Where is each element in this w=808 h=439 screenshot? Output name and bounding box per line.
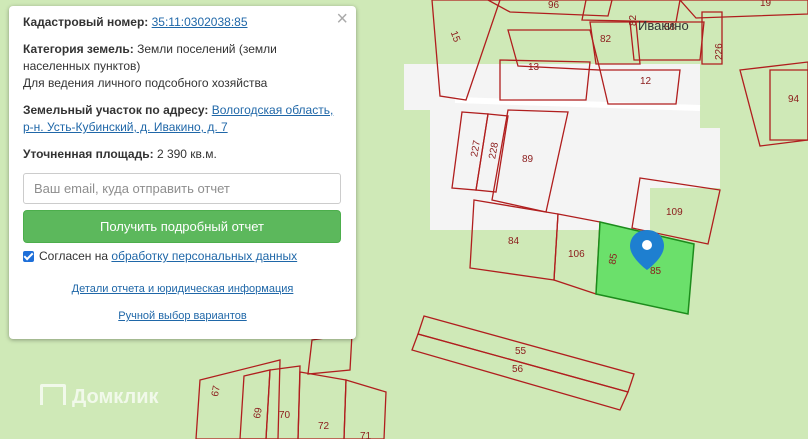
plot-label-19: 19 <box>760 0 772 9</box>
consent-checkbox[interactable] <box>23 250 34 262</box>
category-label: Категория земель: <box>23 42 134 56</box>
cadastral-row: Кадастровый номер: 35:11:0302038:85 <box>23 14 342 31</box>
plot-label-89: 89 <box>522 154 534 165</box>
plot-label-12: 12 <box>640 76 652 87</box>
details-row: Детали отчета и юридическая информация <box>23 283 342 295</box>
plot-label-94: 94 <box>788 94 800 105</box>
area-value: 2 390 кв.м. <box>156 147 217 161</box>
plot-label-226: 226 <box>714 43 725 60</box>
category-value-3: Для ведения личного подсобного хозяйства <box>23 76 268 90</box>
consent-link[interactable]: обработку персональных данных <box>111 249 297 263</box>
plot-label-55: 55 <box>515 346 527 357</box>
plot-label-109: 109 <box>666 207 683 218</box>
plot-label-71: 71 <box>360 431 372 439</box>
manual-row: Ручной выбор вариантов <box>23 310 342 322</box>
plot-label-56: 56 <box>512 364 524 375</box>
area-row: Уточненная площадь: 2 390 кв.м. <box>23 146 342 163</box>
address-link-2[interactable]: р-н. Усть-Кубинский, д. Ивакино, д. 7 <box>23 120 228 134</box>
get-report-button[interactable]: Получить подробный отчет <box>23 210 341 243</box>
address-label: Земельный участок по адресу: <box>23 103 209 117</box>
plot-label-82: 82 <box>600 34 612 45</box>
watermark: Домклик <box>40 384 159 409</box>
details-link[interactable]: Детали отчета и юридическая информация <box>72 283 294 295</box>
plot-label-84: 84 <box>508 236 520 247</box>
manual-selection-link[interactable]: Ручной выбор вариантов <box>118 310 246 322</box>
town-name: Ивакино <box>638 18 689 33</box>
email-input[interactable] <box>23 173 341 204</box>
category-value-2: населенных пунктов) <box>23 59 141 73</box>
cadastral-number-link[interactable]: 35:11:0302038:85 <box>152 15 248 29</box>
area-label: Уточненная площадь: <box>23 147 154 161</box>
address-row: Земельный участок по адресу: Вологодская… <box>23 102 342 136</box>
plot-label-13: 13 <box>528 62 540 73</box>
plot-label-96: 96 <box>548 0 560 11</box>
watermark-text: Домклик <box>72 386 159 408</box>
plot-label-70: 70 <box>279 410 291 421</box>
consent-row: Согласен на обработку персональных данны… <box>23 249 342 263</box>
house-icon <box>40 384 66 405</box>
category-row: Категория земель: Земли поселений (земли… <box>23 41 342 92</box>
plot-label-72: 72 <box>318 421 330 432</box>
close-icon[interactable]: × <box>336 8 348 30</box>
cadastral-label: Кадастровый номер: <box>23 15 149 29</box>
plot-label-85b: 85 <box>650 266 662 277</box>
address-link-1[interactable]: Вологодская область, <box>212 103 334 117</box>
category-value-1: Земли поселений (земли <box>137 42 277 56</box>
consent-text: Согласен на <box>39 249 109 263</box>
parcel-popup: × Кадастровый номер: 35:11:0302038:85 Ка… <box>9 6 356 339</box>
plot-label-106: 106 <box>568 249 585 260</box>
